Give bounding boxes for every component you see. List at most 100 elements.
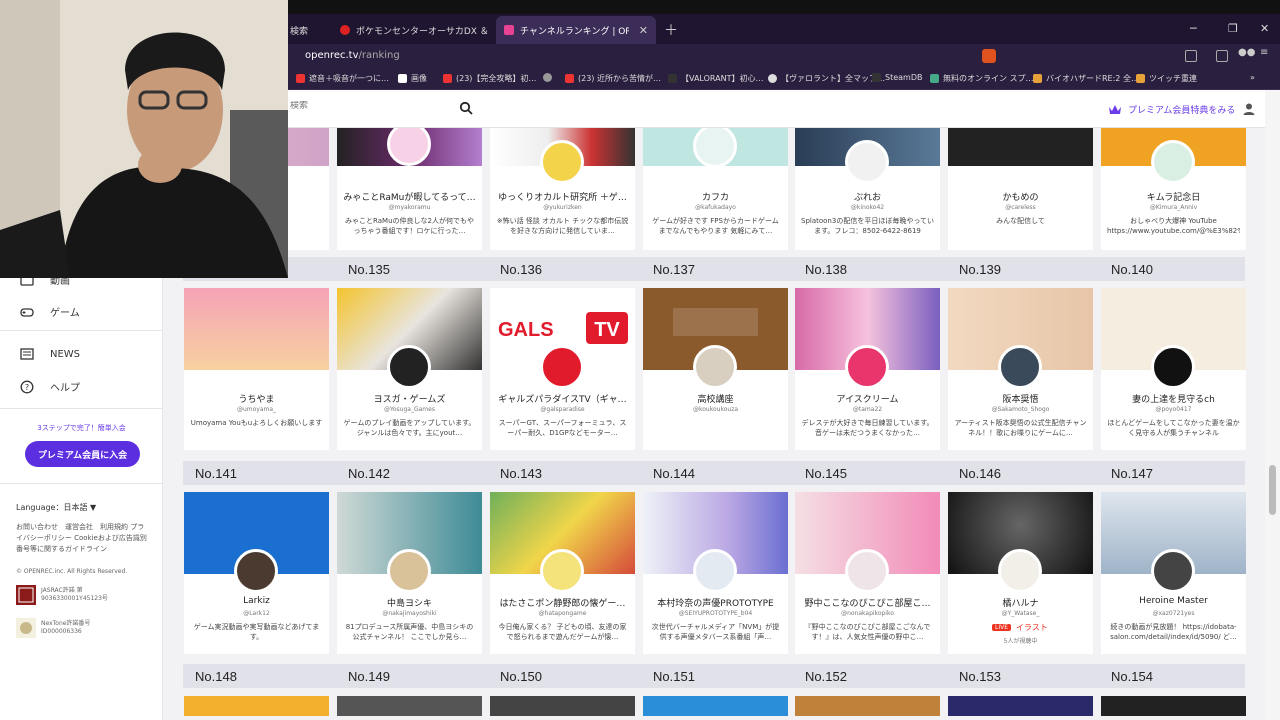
- bookmark-item[interactable]: (23) 近所から苦情が…: [565, 73, 661, 84]
- tab-openrec-ranking[interactable]: チャンネルランキング | OPENREC.tv | ✕: [496, 16, 656, 44]
- bookmark-item[interactable]: [543, 73, 556, 82]
- bookmark-item[interactable]: SteamDB: [872, 73, 922, 82]
- channel-description: 81プロデュース所属声優、中島ヨシキの公式チャンネル！ ここでしか見ら…: [345, 623, 474, 641]
- bookmark-label: (23)【完全攻略】初…: [456, 74, 537, 83]
- bookmark-item[interactable]: 遮音＋吸音が一つに…: [296, 73, 389, 84]
- bookmark-label: (23) 近所から苦情が…: [578, 74, 661, 83]
- channel-thumbnail[interactable]: [795, 696, 940, 716]
- channel-card[interactable]: アイスクリーム @tama22 デレステが大好きで毎日練習しています。音ゲーは未…: [795, 288, 940, 450]
- bookmark-label: バイオハザードRE:2 全…: [1046, 74, 1139, 83]
- channel-card[interactable]: ヨスガ・ゲームズ @Yosuga_Games ゲームのプレイ動画をアップしていま…: [337, 288, 482, 450]
- new-tab-icon[interactable]: ＋: [664, 20, 678, 40]
- search-icon[interactable]: [459, 101, 473, 115]
- bookmark-item[interactable]: バイオハザードRE:2 全…: [1033, 73, 1139, 84]
- sidebar-toggle-icon[interactable]: [1216, 50, 1228, 62]
- channel-card[interactable]: Larkiz @Lark12 ゲーム実況動画や実写動画などあげてます。: [184, 492, 329, 654]
- channel-description: アーティスト阪本奨悟の公式生配信チャンネル！！歌にお喋りにゲームに…: [954, 419, 1087, 437]
- sidebar-item-help[interactable]: ? ヘルプ: [20, 379, 80, 394]
- channel-card[interactable]: みゃことRaMuが暇してるって… @myakoramu みゃことRaMuの仲良し…: [337, 128, 482, 250]
- language-selector[interactable]: Language：日本語 ▼: [16, 502, 96, 513]
- extensions-icon[interactable]: ●●: [1238, 47, 1255, 59]
- channel-thumbnail[interactable]: [1101, 696, 1246, 716]
- webcam-person: [0, 0, 288, 278]
- channel-card[interactable]: 高校講座 @koukoukouza: [643, 288, 788, 450]
- channel-thumbnail[interactable]: [337, 696, 482, 716]
- crown-icon: [1109, 105, 1121, 114]
- bookmark-label: 画像: [411, 74, 427, 83]
- tab-pokemon[interactable]: ポケモンセンターオーサカDX ＆ ポケモンカフ: [332, 16, 492, 44]
- bookmark-item[interactable]: 【VALORANT】初心…: [668, 73, 763, 84]
- channel-handle: @Lark12: [243, 610, 270, 617]
- channel-thumbnail[interactable]: [490, 696, 635, 716]
- rank-number: No.145: [805, 466, 847, 481]
- minimize-icon[interactable]: ─: [1190, 22, 1197, 35]
- user-icon[interactable]: [1242, 102, 1256, 116]
- channel-name: かもめの: [1002, 193, 1039, 203]
- channel-description: デレステが大好きで毎日練習しています。音ゲーは未だつうまくなかった…: [801, 419, 934, 437]
- channel-card[interactable]: 妻の上達を見守るch @poyo0417 ほとんどゲームをしてこなかった妻を温か…: [1101, 288, 1246, 450]
- wallet-icon[interactable]: [1185, 50, 1197, 62]
- close-window-icon[interactable]: ✕: [1260, 22, 1269, 35]
- channel-card[interactable]: 阪本奨悟 @Sakamoto_Shogo アーティスト阪本奨悟の公式生配信チャン…: [948, 288, 1093, 450]
- channel-name: Larkiz: [243, 596, 270, 606]
- channel-card[interactable]: うちやま @umoyama_ Umoyama Youもuよろしくお願いします: [184, 288, 329, 450]
- close-tab-icon[interactable]: ✕: [639, 24, 648, 37]
- channel-handle: @nakajimayoshiki: [382, 610, 437, 617]
- channel-card[interactable]: 中島ヨシキ @nakajimayoshiki 81プロデュース所属声優、中島ヨシ…: [337, 492, 482, 654]
- channel-handle: @Sakamoto_Shogo: [991, 406, 1050, 413]
- channel-card[interactable]: GALS TV ギャルズパラダイスTV（ギャ… @galsparadise スーパ…: [490, 288, 635, 450]
- channel-card[interactable]: ぶれお @kinoko42 Splatoon3の配信を平日ほぼ毎晩やっています。…: [795, 128, 940, 250]
- channel-name: カフカ: [701, 193, 729, 203]
- premium-link-label: プレミアム会員特典をみる: [1128, 106, 1236, 116]
- scrollbar-thumb[interactable]: [1269, 465, 1276, 515]
- rank-number: No.152: [805, 669, 847, 684]
- url-field[interactable]: openrec.tv/ranking: [305, 50, 400, 61]
- copyright: © OPENREC.inc. All Rights Reserved.: [16, 568, 128, 575]
- sidebar-item-games[interactable]: ゲーム: [20, 304, 80, 319]
- maximize-icon[interactable]: ❐: [1228, 22, 1238, 35]
- channel-avatar: [1151, 549, 1195, 593]
- channel-card[interactable]: かもめの @careless みんな配信して: [948, 128, 1093, 250]
- channel-card[interactable]: 野中ここなのぴこぴこ部屋こ… @nonakapikopiko 『野中ここなのぴこ…: [795, 492, 940, 654]
- bookmark-item[interactable]: 【ヴァロラント】全マップ…: [768, 73, 885, 84]
- openrec-icon: [504, 25, 514, 35]
- channel-name: 高校講座: [697, 395, 734, 405]
- rank-number: No.144: [653, 466, 695, 481]
- bookmark-item[interactable]: 画像: [398, 73, 427, 84]
- brave-shield-icon[interactable]: [982, 49, 996, 63]
- channel-description: ほとんどゲームをしてこなかった妻を温かく見守る人が集うチャンネル: [1107, 419, 1240, 437]
- channel-thumbnail[interactable]: [948, 696, 1093, 716]
- rank-number: No.146: [959, 466, 1001, 481]
- channel-handle: @xaz0721yes: [1152, 610, 1195, 617]
- bookmark-item[interactable]: (23)【完全攻略】初…: [443, 73, 536, 84]
- channel-card[interactable]: キムラ記念日 @Kimura_Anniv おしゃべり大爆神 YouTube ht…: [1101, 128, 1246, 250]
- channel-card[interactable]: はたさこポン静野郎の懐ゲー… @hatapongame 今日俺ん家くる？ 子ども…: [490, 492, 635, 654]
- premium-join-button[interactable]: プレミアム会員に入会: [25, 441, 140, 467]
- channel-card[interactable]: Heroine Master @xaz0721yes 続きの動画が見放題！ ht…: [1101, 492, 1246, 654]
- channel-handle: @careless: [1005, 204, 1036, 211]
- tab-partial[interactable]: 検索: [282, 16, 332, 44]
- channel-description: おしゃべり大爆神 YouTube https://www.youtube.com…: [1107, 217, 1240, 235]
- channel-card[interactable]: カフカ @kafukadayo ゲームが好きです FPSからカードゲームまでなん…: [643, 128, 788, 250]
- scrollbar[interactable]: [1265, 90, 1280, 720]
- bookmark-item[interactable]: ツイッチ重連: [1136, 73, 1197, 84]
- footer-links[interactable]: お問い合わせ 運営会社 利用規約 プライバシーポリシー Cookieおよび広告識…: [16, 522, 151, 555]
- channel-thumbnail[interactable]: [184, 696, 329, 716]
- channel-card[interactable]: 本村玲奈の声優PROTOTYPE @SEIYUPROTOTYPE_b04 次世代…: [643, 492, 788, 654]
- channel-avatar: [387, 549, 431, 593]
- sidebar-item-news[interactable]: NEWS: [20, 347, 80, 361]
- channel-avatar: [540, 140, 584, 184]
- channel-thumbnail[interactable]: [643, 696, 788, 716]
- search-input[interactable]: [290, 101, 470, 111]
- menu-icon[interactable]: ≡: [1260, 47, 1272, 59]
- signup-steps-text: 3ステップで完了！簡単入会: [37, 424, 126, 432]
- bookmark-item[interactable]: 無料のオンライン スプ…: [930, 73, 1034, 84]
- steam-icon: [872, 73, 881, 82]
- channel-card[interactable]: ゆっくりオカルト研究所 ＋ゲ… @yukurizken ※怖い話 怪談 オカルト…: [490, 128, 635, 250]
- channel-description: みんな配信して: [996, 217, 1045, 225]
- premium-benefits-link[interactable]: プレミアム会員特典をみる: [1108, 103, 1235, 116]
- bookmarks-overflow-icon[interactable]: »: [1250, 73, 1255, 82]
- channel-description: ゲーム実況動画や実写動画などあげてます。: [193, 623, 320, 641]
- channel-card[interactable]: 橘ハルナ @Y_Watase_ LIVE イラスト 5人が視聴中: [948, 492, 1093, 654]
- channel-avatar: [845, 549, 889, 593]
